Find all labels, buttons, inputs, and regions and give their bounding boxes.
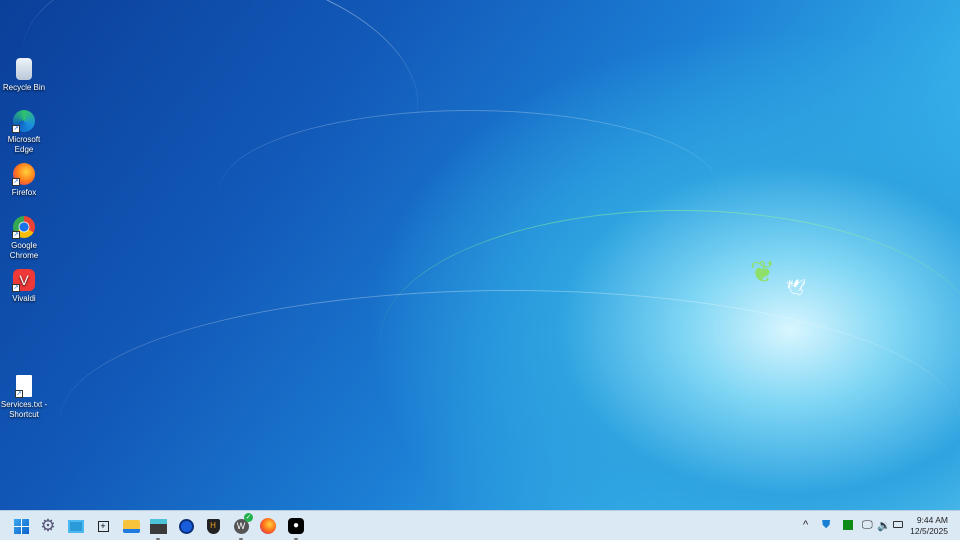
clock[interactable]: 9:44 AM 12/5/2025 bbox=[910, 515, 948, 537]
green-square-icon[interactable] bbox=[843, 520, 853, 530]
desktop-icon-edge[interactable]: ↗ Microsoft Edge bbox=[0, 110, 48, 155]
battery-icon[interactable] bbox=[893, 521, 903, 528]
show-hidden-icons-chevron-icon[interactable]: ^ bbox=[803, 519, 808, 531]
desktop-icon-recycle-bin[interactable]: Recycle Bin bbox=[0, 58, 48, 93]
desktop-icon-chrome[interactable]: ↗ Google Chrome bbox=[0, 216, 48, 261]
network-icon[interactable]: 🖵 bbox=[862, 519, 873, 532]
dove-logo: 🕊 bbox=[786, 280, 807, 297]
vivaldi-icon: V ↗ bbox=[12, 269, 35, 292]
clock-date: 12/5/2025 bbox=[910, 526, 948, 536]
windows-icon bbox=[13, 518, 29, 534]
firefox-icon: ↗ bbox=[12, 163, 35, 186]
taskbar-bitwarden[interactable] bbox=[176, 516, 196, 536]
shield-icon: H bbox=[206, 518, 220, 534]
taskbar-settings[interactable]: ⚙ bbox=[38, 516, 58, 536]
volume-icon[interactable]: 🔉 bbox=[877, 519, 891, 532]
recycle-bin-icon bbox=[16, 58, 32, 80]
chrome-icon: ↗ bbox=[12, 216, 35, 239]
defender-shield-icon[interactable]: ⛊ bbox=[822, 519, 830, 532]
terminal-icon bbox=[149, 518, 167, 534]
taskbar-file-explorer[interactable] bbox=[121, 516, 141, 536]
start-button[interactable] bbox=[11, 516, 31, 536]
edge-icon: ↗ bbox=[12, 110, 35, 133]
taskbar-snipping-tool[interactable]: + bbox=[93, 516, 113, 536]
desktop-icon-services-shortcut[interactable]: ↗ Services.txt - Shortcut bbox=[0, 375, 48, 420]
firefox-icon bbox=[260, 518, 276, 534]
taskbar-ghost[interactable]: ● bbox=[286, 516, 306, 540]
desktop-icon-vivaldi[interactable]: V ↗ Vivaldi bbox=[0, 269, 48, 304]
checkmark-badge-icon: ✓ bbox=[244, 513, 253, 522]
bitwarden-icon bbox=[178, 518, 194, 534]
taskbar-firefox[interactable] bbox=[258, 516, 278, 536]
taskbar-security[interactable]: H bbox=[203, 516, 223, 536]
bird-logo: ❦ bbox=[750, 256, 776, 289]
desktop-icon-firefox[interactable]: ↗ Firefox bbox=[0, 163, 48, 198]
folder-icon bbox=[122, 519, 140, 533]
ghost-icon: ● bbox=[288, 518, 304, 534]
remote-desktop-icon bbox=[68, 519, 84, 533]
taskbar-wordpress[interactable]: W ✓ bbox=[231, 513, 253, 540]
taskbar-terminal[interactable] bbox=[148, 516, 168, 540]
taskbar: ⚙ + H W ✓ ● ^ ⛊ 🖵 🔉 9:44 AM 12/5/2025 bbox=[0, 510, 960, 540]
plus-box-icon: + bbox=[97, 520, 109, 532]
gear-icon: ⚙ bbox=[40, 516, 56, 535]
desktop: ❦ 🕊 Recycle Bin ↗ Microsoft Edge ↗ Firef… bbox=[0, 0, 960, 510]
taskbar-remote-desktop[interactable] bbox=[66, 516, 86, 536]
text-file-icon: ↗ bbox=[15, 375, 32, 398]
clock-time: 9:44 AM bbox=[916, 515, 948, 525]
